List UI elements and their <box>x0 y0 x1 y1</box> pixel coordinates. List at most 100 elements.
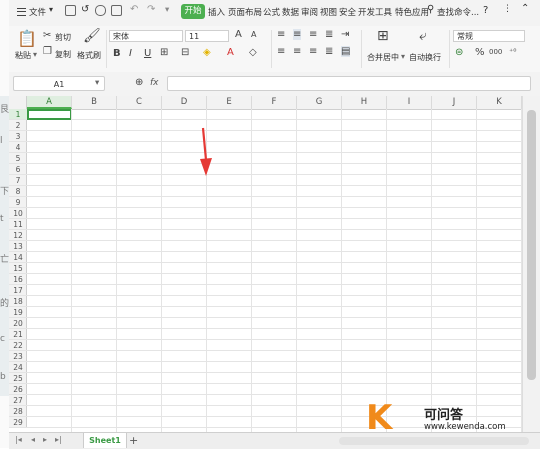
row-header-24[interactable]: 24 <box>9 362 27 373</box>
row-header-16[interactable]: 16 <box>9 274 27 285</box>
chevron-down-icon[interactable]: ▾ <box>165 5 169 15</box>
tab-home[interactable]: 开始 <box>181 4 205 19</box>
search-command[interactable]: 查找命令... <box>437 6 479 18</box>
row-header-7[interactable]: 7 <box>9 175 27 186</box>
chevron-down-icon[interactable]: ▾ <box>49 5 53 14</box>
column-header-f[interactable]: F <box>252 96 297 109</box>
align-right-icon[interactable]: ≡ <box>309 46 317 57</box>
row-header-18[interactable]: 18 <box>9 296 27 307</box>
copy-icon[interactable]: ❐ <box>43 46 52 57</box>
hamburger-menu-icon[interactable] <box>17 8 26 16</box>
align-top-icon[interactable]: ≡ <box>277 29 285 40</box>
active-cell[interactable] <box>27 109 72 120</box>
search-icon[interactable]: ⚲ <box>427 4 434 15</box>
vertical-scroll-thumb[interactable] <box>527 110 536 380</box>
row-header-17[interactable]: 17 <box>9 285 27 296</box>
wrap-text-button[interactable]: 自动换行 <box>409 52 441 63</box>
row-header-19[interactable]: 19 <box>9 307 27 318</box>
column-header-e[interactable]: E <box>207 96 252 109</box>
row-header-21[interactable]: 21 <box>9 329 27 340</box>
tab-view[interactable]: 视图 <box>320 6 337 18</box>
row-header-13[interactable]: 13 <box>9 241 27 252</box>
vertical-scrollbar[interactable] <box>522 96 540 432</box>
column-header-i[interactable]: I <box>387 96 432 109</box>
next-sheet-icon[interactable]: ▸ <box>43 435 47 444</box>
paste-button[interactable]: 粘贴 <box>15 50 31 61</box>
undo-history-icon[interactable]: ↺ <box>81 4 89 15</box>
scissors-icon[interactable]: ✂ <box>43 30 51 41</box>
tab-review[interactable]: 审阅 <box>301 6 318 18</box>
redo-icon[interactable]: ↷ <box>147 4 155 15</box>
column-header-g[interactable]: G <box>297 96 342 109</box>
row-header-15[interactable]: 15 <box>9 263 27 274</box>
row-header-8[interactable]: 8 <box>9 186 27 197</box>
row-header-11[interactable]: 11 <box>9 219 27 230</box>
chevron-down-icon[interactable]: ▾ <box>33 50 37 59</box>
column-header-k[interactable]: K <box>477 96 522 109</box>
print-icon[interactable] <box>95 5 106 16</box>
font-color-icon[interactable]: A <box>227 47 234 58</box>
orientation-icon[interactable]: ≣ <box>325 29 333 40</box>
merge-center-icon[interactable]: ⊞ <box>377 28 389 44</box>
row-header-29[interactable]: 29 <box>9 417 27 428</box>
file-menu[interactable]: 文件 <box>29 6 46 18</box>
tab-security[interactable]: 安全 <box>339 6 356 18</box>
row-header-20[interactable]: 20 <box>9 318 27 329</box>
row-header-14[interactable]: 14 <box>9 252 27 263</box>
row-header-12[interactable]: 12 <box>9 230 27 241</box>
cut-button[interactable]: 剪切 <box>55 32 71 43</box>
zoom-icon[interactable]: ⊕ <box>135 77 143 88</box>
column-header-a[interactable]: A <box>27 96 72 109</box>
name-box[interactable]: A1 <box>13 76 105 91</box>
border-icon[interactable]: ⊞ <box>160 47 168 58</box>
font-name-select[interactable]: 宋体 <box>109 30 183 42</box>
row-header-10[interactable]: 10 <box>9 208 27 219</box>
tab-formulas[interactable]: 公式 <box>263 6 280 18</box>
wrap-text-icon[interactable]: ⤶ <box>419 28 427 44</box>
decrease-font-icon[interactable]: A <box>251 30 256 39</box>
indent-icon[interactable]: ⇥ <box>341 29 349 40</box>
align-bottom-icon[interactable]: ≡ <box>309 29 317 40</box>
select-all-corner[interactable] <box>9 96 27 109</box>
sheet-tab-sheet1[interactable]: Sheet1 <box>83 433 127 448</box>
spreadsheet-grid[interactable]: ABCDEFGHIJK 1 2 3 4 5 6 7 8 9 10 11 12 13 14 15 16 17 18 1… <box>9 96 522 432</box>
row-header-27[interactable]: 27 <box>9 395 27 406</box>
tab-data[interactable]: 数据 <box>282 6 299 18</box>
increase-decimal-icon[interactable]: ⁺⁰ <box>509 47 516 56</box>
fx-button[interactable]: fx <box>150 78 159 88</box>
row-header-1[interactable]: 1 <box>9 109 27 120</box>
row-header-4[interactable]: 4 <box>9 142 27 153</box>
percent-button[interactable]: % <box>475 47 485 58</box>
currency-icon[interactable]: ⊜ <box>455 47 463 58</box>
row-header-9[interactable]: 9 <box>9 197 27 208</box>
cell-style-icon[interactable]: ⊟ <box>181 47 189 58</box>
fill-color-icon[interactable]: ◈ <box>203 47 211 58</box>
align-center-icon[interactable]: ≡ <box>293 46 301 57</box>
clear-format-icon[interactable]: ◇ <box>249 47 257 58</box>
row-header-2[interactable]: 2 <box>9 120 27 131</box>
column-header-b[interactable]: B <box>72 96 117 109</box>
tab-developer[interactable]: 开发工具 <box>358 6 392 18</box>
paste-icon[interactable]: 📋 <box>17 29 37 48</box>
row-header-5[interactable]: 5 <box>9 153 27 164</box>
underline-button[interactable]: U <box>144 48 151 59</box>
justify-icon[interactable]: ≣ <box>325 46 333 57</box>
more-options-icon[interactable]: ⋮ <box>503 4 512 14</box>
format-painter-icon[interactable]: 🖌 <box>83 28 101 44</box>
row-header-3[interactable]: 3 <box>9 131 27 142</box>
row-header-23[interactable]: 23 <box>9 351 27 362</box>
formula-input[interactable] <box>167 76 531 91</box>
row-header-22[interactable]: 22 <box>9 340 27 351</box>
row-header-25[interactable]: 25 <box>9 373 27 384</box>
prev-sheet-icon[interactable]: ◂ <box>31 435 35 444</box>
bold-button[interactable]: B <box>113 48 121 59</box>
column-header-j[interactable]: J <box>432 96 477 109</box>
chevron-down-icon[interactable]: ▾ <box>401 52 405 61</box>
undo-icon[interactable]: ↶ <box>130 4 138 15</box>
print-preview-icon[interactable] <box>111 5 122 16</box>
tab-special-apps[interactable]: 特色应用 <box>395 6 429 18</box>
increase-font-icon[interactable]: A <box>235 29 242 40</box>
thousands-separator-button[interactable]: 000 <box>489 48 502 56</box>
number-format-select[interactable]: 常规 <box>453 30 525 42</box>
save-icon[interactable] <box>65 5 76 16</box>
